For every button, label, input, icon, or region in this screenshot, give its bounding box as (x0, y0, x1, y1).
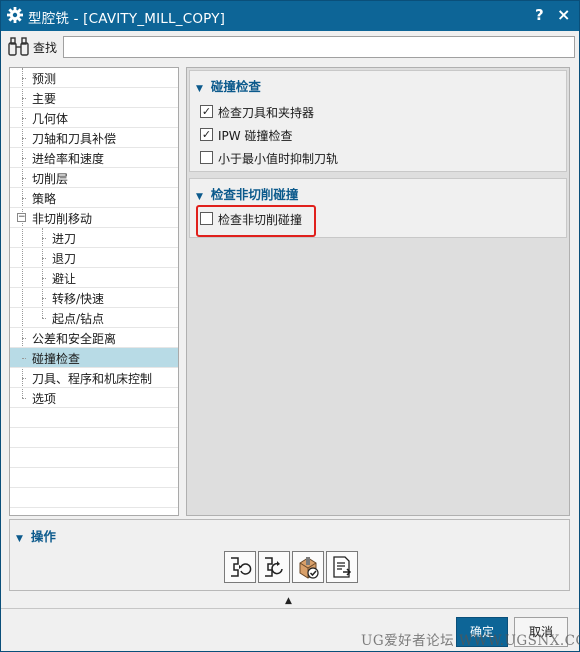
cavity-mill-dialog: 型腔铣 - [CAVITY_MILL_COPY] ? × 查找 预测主要几何体刀… (0, 0, 580, 652)
navigation-tree[interactable]: 预测 主要 几何体 刀轴和刀具补偿 进给率和速度 切削层 策略 − 非切削移动 进刀 退刀 避让 转移/… (9, 67, 179, 516)
tree-item-label: 切削层 (32, 172, 69, 186)
tree-item[interactable]: 策略 (10, 188, 178, 208)
tree-item[interactable]: 主要 (10, 88, 178, 108)
tree-guide-line (42, 238, 46, 239)
tree-guide-line (22, 358, 26, 359)
tree-item-label: 预测 (32, 72, 57, 86)
tree-empty-row (10, 488, 178, 508)
tree-empty-row (10, 428, 178, 448)
tree-item-label: 几何体 (32, 112, 69, 126)
tree-item[interactable]: 刀轴和刀具补偿 (10, 128, 178, 148)
operations-group: ▼ 操作 (9, 519, 570, 591)
tree-item[interactable]: 碰撞检查 (10, 348, 178, 368)
tree-guide-line (22, 78, 26, 79)
collision-group-title: 碰撞检查 (210, 79, 261, 94)
binoculars-icon[interactable] (7, 36, 31, 58)
replay-toolpath-button[interactable] (258, 551, 290, 583)
tree-guide-line (22, 178, 26, 179)
list-toolpath-button[interactable] (326, 551, 358, 583)
tree-empty-row (10, 448, 178, 468)
collision-check-group: ▼ 碰撞检查 ✓ 检查刀具和夹持器 ✓ IPW 碰撞检查 小于最小值时抑制刀轨 (189, 70, 567, 172)
tree-item-label: 进给率和速度 (32, 152, 105, 166)
tree-item[interactable]: − 非切削移动 (10, 208, 178, 228)
tree-item[interactable]: 转移/快速 (10, 288, 178, 308)
tree-item-label: 转移/快速 (52, 292, 105, 306)
gear-icon[interactable] (6, 6, 24, 24)
operations-group-title: 操作 (30, 529, 56, 544)
checkbox-box[interactable] (200, 151, 213, 164)
collision-group-header[interactable]: ▼ 碰撞检查 (196, 76, 261, 95)
tree-item-label: 主要 (32, 92, 57, 106)
tree-item-label: 退刀 (52, 252, 77, 266)
collapse-triangle-icon: ▼ (196, 192, 203, 202)
tree-guide-line (42, 318, 46, 319)
tree-empty-row (10, 508, 178, 515)
tree-item-label: 进刀 (52, 232, 77, 246)
tree-item-label: 公差和安全距离 (32, 332, 117, 346)
tree-item[interactable]: 公差和安全距离 (10, 328, 178, 348)
search-input[interactable] (63, 36, 575, 58)
noncut-group-title: 检查非切削碰撞 (210, 187, 299, 202)
checkbox-box[interactable] (200, 212, 213, 225)
tree-expander-icon[interactable]: − (17, 213, 26, 222)
tree-item[interactable]: 刀具、程序和机床控制 (10, 368, 178, 388)
generate-toolpath-icon (231, 557, 252, 577)
checkbox-box[interactable]: ✓ (200, 105, 213, 118)
tree-guide-line (22, 398, 26, 399)
list-toolpath-icon (333, 556, 352, 578)
close-button[interactable]: × (557, 5, 570, 24)
tree-empty-row (10, 408, 178, 428)
tree-item[interactable]: 退刀 (10, 248, 178, 268)
tree-guide-line (42, 278, 46, 279)
title-bar[interactable]: 型腔铣 - [CAVITY_MILL_COPY] ? × (1, 1, 579, 31)
tree-item-label: 刀轴和刀具补偿 (32, 132, 117, 146)
tree-guide-line (22, 118, 26, 119)
tree-item-label: 刀具、程序和机床控制 (32, 372, 153, 386)
divider (1, 608, 579, 609)
tree-item[interactable]: 避让 (10, 268, 178, 288)
watermark: UG爱好者论坛 WWW.UGSNX.COM (361, 633, 580, 649)
generate-toolpath-button[interactable] (224, 551, 256, 583)
operations-group-header[interactable]: ▼ 操作 (16, 526, 56, 545)
tree-guide-line (42, 298, 46, 299)
noncut-collision-group: ▼ 检查非切削碰撞 检查非切削碰撞 (189, 178, 567, 238)
tree-item[interactable]: 几何体 (10, 108, 178, 128)
tree-guide-line (22, 98, 26, 99)
tree-item[interactable]: 预测 (10, 68, 178, 88)
tree-empty-row (10, 468, 178, 488)
content-panel: ▼ 碰撞检查 ✓ 检查刀具和夹持器 ✓ IPW 碰撞检查 小于最小值时抑制刀轨 ▼… (186, 67, 570, 516)
verify-toolpath-button[interactable] (292, 551, 324, 583)
search-row: 查找 (1, 31, 579, 63)
noncut-group-header[interactable]: ▼ 检查非切削碰撞 (196, 184, 298, 203)
triangle-up-icon[interactable]: ▲ (285, 596, 292, 606)
tree-guide-line (22, 338, 26, 339)
help-button[interactable]: ? (535, 6, 544, 24)
tree-item-label: 避让 (52, 272, 77, 286)
tree-item[interactable]: 起点/钻点 (10, 308, 178, 328)
tree-item[interactable]: 进刀 (10, 228, 178, 248)
window-title: 型腔铣 - [CAVITY_MILL_COPY] (28, 11, 226, 27)
checkbox-box[interactable]: ✓ (200, 128, 213, 141)
verify-toolpath-icon (299, 557, 319, 579)
tree-item[interactable]: 切削层 (10, 168, 178, 188)
tree-item-label: 策略 (32, 192, 57, 206)
tree-item-label: 选项 (32, 392, 57, 406)
tree-guide-line (42, 258, 46, 259)
tree-guide-line (22, 198, 26, 199)
replay-toolpath-icon (265, 557, 283, 577)
collapse-triangle-icon: ▼ (16, 534, 23, 544)
search-label: 查找 (33, 41, 58, 55)
tree-item[interactable]: 进给率和速度 (10, 148, 178, 168)
tree-guide-line (22, 378, 26, 379)
tree-guide-line (22, 158, 26, 159)
tree-item-label: 起点/钻点 (52, 312, 105, 326)
tree-item[interactable]: 选项 (10, 388, 178, 408)
tree-item-label: 非切削移动 (32, 212, 93, 226)
tree-guide-line (22, 138, 26, 139)
collapse-triangle-icon: ▼ (196, 84, 203, 94)
tree-item-label: 碰撞检查 (32, 352, 81, 366)
